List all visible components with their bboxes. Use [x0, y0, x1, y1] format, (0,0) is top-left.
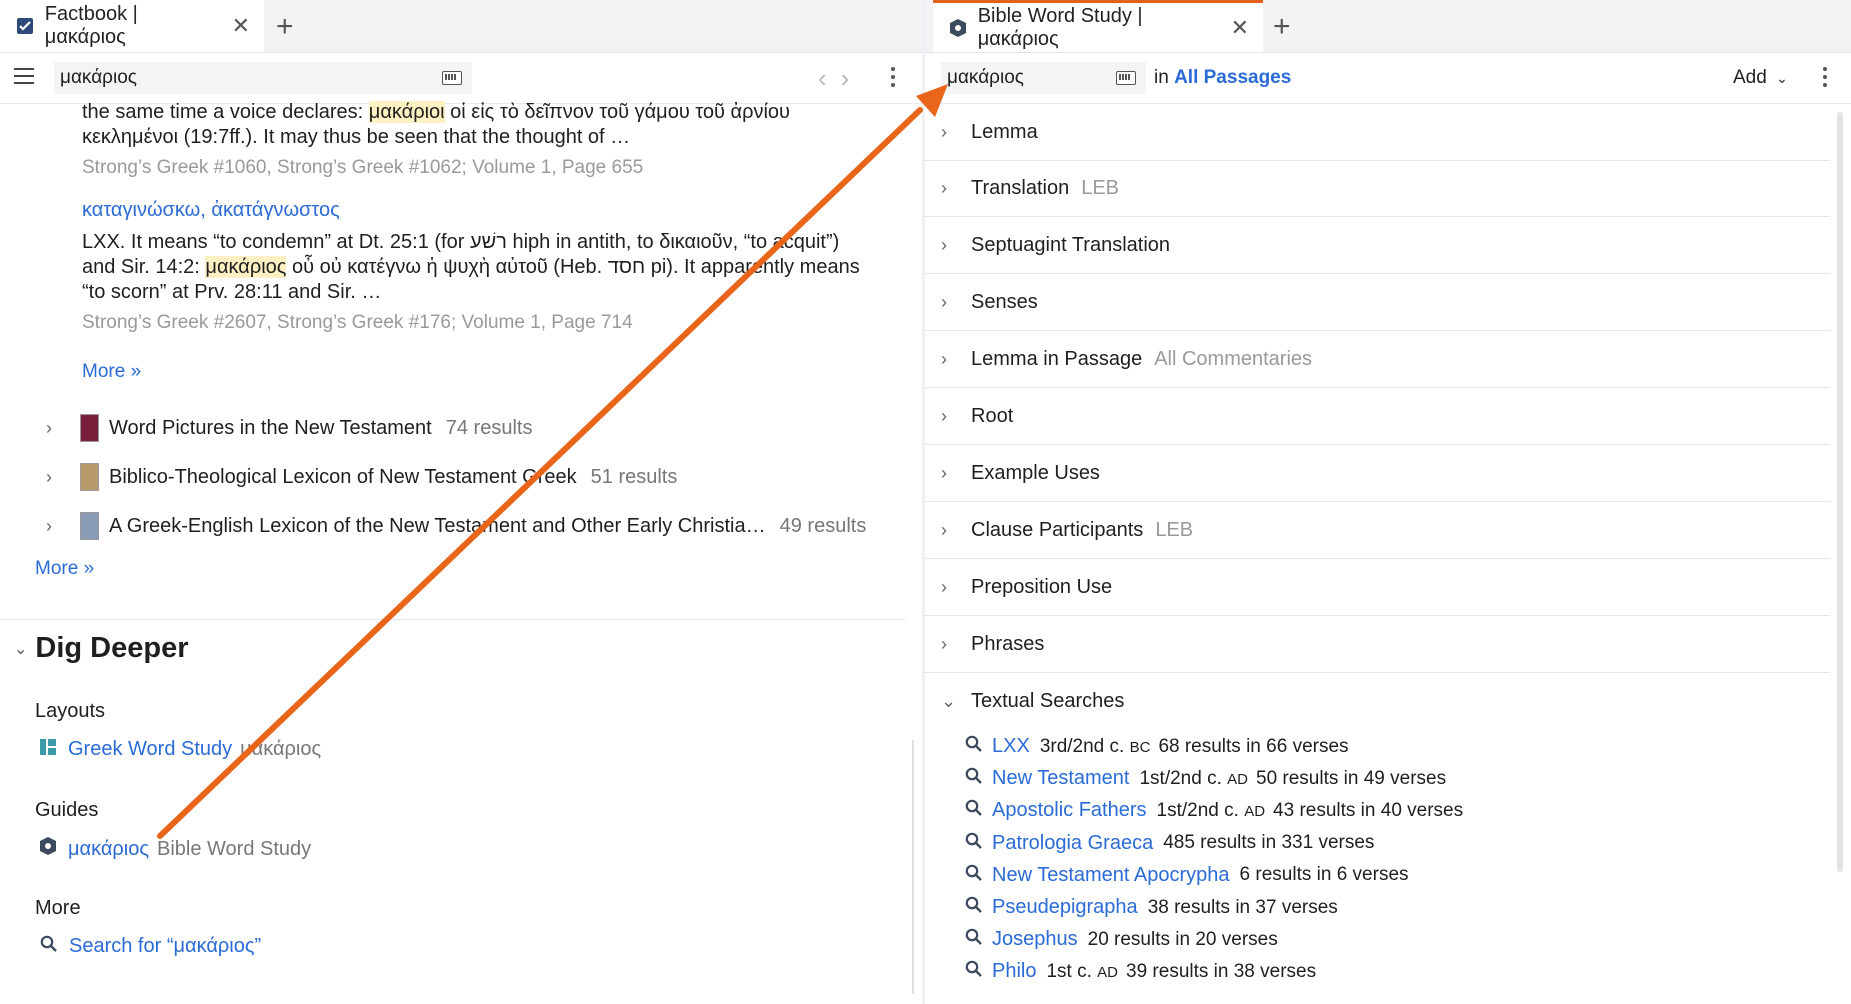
- annotation-arrow: [157, 84, 948, 839]
